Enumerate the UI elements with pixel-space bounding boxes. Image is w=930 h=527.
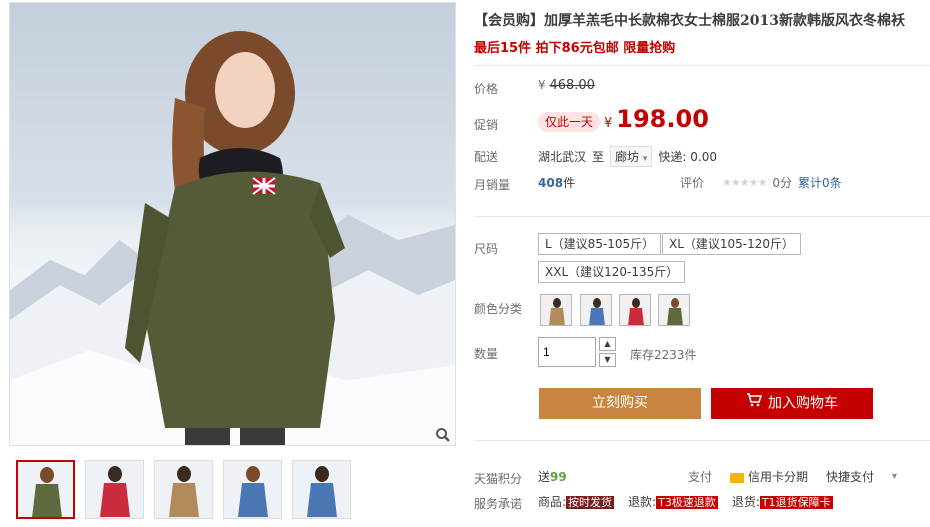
rating: 评价 ★★★★★ 0分 累计0条 [680, 174, 842, 191]
promo-price: ¥198.00 [604, 105, 709, 133]
shipping-info: 湖北武汉 至 廊坊 ▾ 快递: 0.00 [538, 146, 717, 167]
rating-label: 评价 [680, 176, 705, 190]
ship-from: 湖北武汉 [538, 150, 587, 164]
ship-to-word: 至 [592, 150, 605, 164]
magnifier-icon[interactable] [435, 427, 451, 443]
service-label: 服务承诺 [474, 497, 523, 511]
credit-card-icon [730, 472, 745, 483]
promo-tag: 仅此一天 [538, 112, 601, 132]
rating-score: 0分 [772, 176, 792, 190]
points-value: 送99 [538, 470, 567, 484]
promo-label: 促销 [474, 118, 499, 132]
star-rating-icon: ★★★★★ [722, 176, 767, 189]
service-refund: 退款: T3极速退款 [628, 495, 718, 509]
points-label: 天猫积分 [474, 472, 523, 486]
buy-now-button[interactable]: 立刻购买 [539, 388, 701, 419]
size-option-l[interactable]: L（建议85-105斤） [538, 233, 662, 255]
fast-refund-tag: T3极速退款 [656, 496, 718, 509]
thumbnail-strip [16, 460, 351, 519]
service-goods: 商品: 按时发货 [538, 495, 615, 509]
product-page: 【会员购】加厚羊羔毛中长款棉衣女士棉服2013新款韩版风衣冬棉袄 最后15件 拍… [0, 0, 930, 527]
service-return: 退货: T1退货保障卡 [731, 495, 833, 509]
add-to-cart-button[interactable]: 加入购物车 [711, 388, 873, 419]
thumbnail-red-coat[interactable] [85, 460, 144, 519]
product-subtitle: 最后15件 拍下86元包邮 限量抢购 [474, 41, 676, 56]
shopping-cart-icon [746, 388, 763, 419]
stock-count: 库存2233件 [630, 348, 697, 362]
quantity-label: 数量 [474, 347, 499, 361]
thumbnail-beige-coat[interactable] [154, 460, 213, 519]
thumb-coat-4 [307, 483, 337, 517]
thumb-coat-2 [169, 483, 199, 517]
decrease-button[interactable]: ▼ [599, 353, 616, 367]
quantity-input[interactable] [538, 337, 596, 367]
thumbnail-green-coat[interactable] [16, 460, 75, 519]
add-to-cart-label: 加入购物车 [768, 395, 838, 412]
price-label: 价格 [474, 82, 499, 96]
return-guarantee-tag: T1退货保障卡 [759, 496, 833, 509]
promo-price-value: 198.00 [616, 105, 709, 133]
color-option-army-green[interactable] [658, 294, 690, 326]
payment-options: 支付 信用卡分期 快捷支付 ▾ [688, 468, 897, 485]
color-option-red[interactable] [619, 294, 651, 326]
ontime-delivery-tag: 按时发货 [566, 496, 615, 509]
chevron-down-icon: ▾ [642, 154, 648, 164]
main-product-image[interactable] [9, 2, 456, 446]
divider [474, 65, 930, 66]
original-price: ¥ 468.00 [538, 78, 595, 93]
shipping-label: 配送 [474, 150, 499, 164]
divider [474, 216, 930, 217]
review-count-link[interactable]: 累计0条 [798, 174, 842, 191]
color-option-blue[interactable] [580, 294, 612, 326]
product-title: 【会员购】加厚羊羔毛中长款棉衣女士棉服2013新款韩版风衣冬棉袄 [474, 13, 905, 29]
fast-pay[interactable]: 快捷支付 [826, 468, 874, 485]
divider [474, 440, 930, 441]
thumb-coat-1 [100, 483, 130, 517]
size-option-xxl[interactable]: XXL（建议120-135斤） [538, 261, 686, 283]
sales-label: 月销量 [474, 178, 511, 192]
credit-installment[interactable]: 信用卡分期 [730, 468, 808, 485]
quantity-stepper: ▲ ▼ [599, 337, 616, 367]
sales-count: 408 [538, 176, 564, 190]
model-figure [125, 31, 345, 445]
size-label: 尺码 [474, 242, 499, 256]
color-label: 颜色分类 [474, 302, 523, 316]
thumbnail-blue-back[interactable] [292, 460, 351, 519]
increase-button[interactable]: ▲ [599, 337, 616, 351]
monthly-sales: 408件 [538, 176, 576, 190]
thumb-coat-3 [238, 483, 268, 517]
express-fee: 快递: 0.00 [658, 150, 717, 164]
color-option-beige[interactable] [540, 294, 572, 326]
service-promises: 商品: 按时发货 退款: T3极速退款 退货: T1退货保障卡 [538, 493, 833, 510]
chevron-down-icon[interactable]: ▾ [892, 471, 897, 482]
thumb-coat-0 [32, 484, 62, 517]
size-option-xl[interactable]: XL（建议105-120斤） [662, 233, 802, 255]
original-price-value: 468.00 [549, 78, 595, 93]
thumbnail-blue-coat[interactable] [223, 460, 282, 519]
destination-select[interactable]: 廊坊 ▾ [610, 146, 653, 167]
payment-label: 支付 [688, 470, 713, 484]
